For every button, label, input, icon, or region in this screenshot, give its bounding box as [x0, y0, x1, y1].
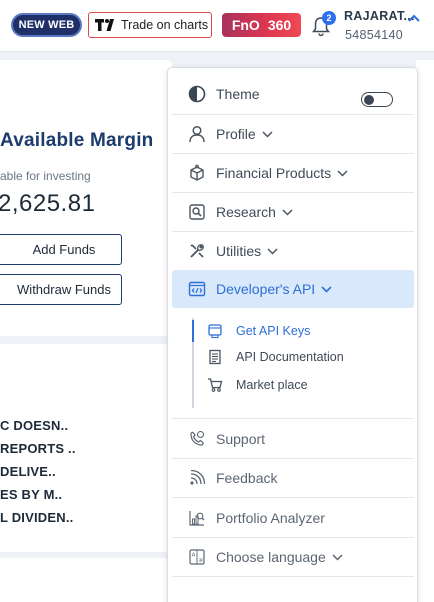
notification-badge: 2: [322, 11, 336, 25]
box-icon: [187, 163, 207, 183]
submenu-item-market-place[interactable]: Market place: [206, 372, 308, 398]
news-item[interactable]: L DIVIDEN..: [0, 510, 73, 525]
document-icon: [206, 348, 224, 366]
feedback-label: Feedback: [216, 469, 278, 486]
trade-on-charts-label: Trade on charts: [121, 18, 209, 32]
menu-item-financial-products[interactable]: Financial Products: [172, 153, 414, 192]
get-api-keys-label: Get API Keys: [236, 324, 311, 338]
menu-item-feedback[interactable]: Feedback: [172, 458, 414, 497]
cart-icon: [206, 376, 224, 394]
menu-item-profile[interactable]: Profile: [172, 114, 414, 153]
theme-label: Theme: [216, 85, 260, 102]
user-icon: [187, 124, 207, 144]
research-icon: [187, 202, 207, 222]
contrast-icon: [187, 84, 207, 104]
analyzer-icon: [187, 508, 207, 528]
support-label: Support: [216, 430, 266, 447]
user-name[interactable]: RAJARAT...: [344, 9, 415, 23]
available-margin-amount: 2,625.81: [0, 190, 96, 217]
research-label: Research: [216, 203, 276, 220]
menu-item-research[interactable]: Research: [172, 192, 414, 231]
chevron-up-icon[interactable]: [408, 10, 420, 28]
language-icon: A अ: [187, 547, 207, 567]
tools-icon: [187, 241, 207, 261]
support-icon: [187, 429, 207, 449]
tradingview-logo-icon: [95, 19, 117, 31]
svg-text:अ: अ: [199, 558, 204, 564]
chevron-down-icon: [267, 247, 278, 255]
portfolio-analyzer-label: Portfolio Analyzer: [216, 509, 325, 526]
menu-item-choose-language[interactable]: A अ Choose language: [172, 537, 414, 576]
menu-item-support[interactable]: Support: [172, 419, 414, 458]
financial-products-label: Financial Products: [216, 164, 332, 181]
developers-api-label: Developer's API: [216, 281, 316, 297]
fno-360-button[interactable]: FnO 360: [222, 13, 301, 37]
toggle-knob: [364, 94, 374, 105]
chevron-down-icon: [332, 553, 343, 561]
utilities-label: Utilities: [216, 242, 262, 259]
submenu-item-get-api-keys[interactable]: Get API Keys: [206, 318, 310, 344]
chevron-down-icon: [337, 169, 348, 177]
available-margin-subtitle: able for investing: [0, 169, 91, 183]
theme-toggle[interactable]: [361, 92, 393, 107]
feedback-icon: [187, 468, 207, 488]
news-item[interactable]: C DOESN..: [0, 418, 68, 433]
news-item[interactable]: ES BY M..: [0, 487, 62, 502]
menu-item-theme[interactable]: Theme: [172, 74, 414, 113]
submenu-active-indicator: [192, 320, 194, 342]
chevron-down-icon: [262, 130, 273, 138]
trade-on-charts-button[interactable]: Trade on charts: [88, 12, 212, 38]
right-card-edge: [416, 60, 434, 602]
fno-count: 360: [267, 17, 292, 33]
withdraw-funds-button[interactable]: Withdraw Funds: [0, 274, 122, 305]
chevron-down-icon: [282, 208, 293, 216]
add-funds-button[interactable]: Add Funds: [0, 234, 122, 265]
available-margin-title: Available Margin: [0, 130, 154, 151]
news-item[interactable]: REPORTS ..: [0, 441, 76, 456]
news-item[interactable]: DELIVE..: [0, 464, 56, 479]
chevron-down-icon: [321, 285, 332, 293]
api-documentation-label: API Documentation: [236, 350, 344, 364]
top-bar: NEW WEB Trade on charts FnO 360 2 RAJARA…: [0, 0, 434, 52]
menu-item-developers-api[interactable]: Developer's API: [172, 270, 414, 308]
divider: [172, 576, 414, 577]
api-icon: [187, 279, 207, 299]
market-place-label: Market place: [236, 378, 308, 392]
profile-label: Profile: [216, 125, 256, 142]
user-dropdown-menu: Theme Profile Financial Products Researc…: [167, 67, 418, 602]
choose-language-label: Choose language: [216, 548, 326, 565]
submenu-item-api-documentation[interactable]: API Documentation: [206, 344, 344, 370]
key-screen-icon: [206, 322, 224, 340]
menu-item-utilities[interactable]: Utilities: [172, 231, 414, 270]
fno-label: FnO: [231, 17, 260, 33]
bottom-card: [0, 558, 172, 602]
menu-item-portfolio-analyzer[interactable]: Portfolio Analyzer: [172, 498, 414, 537]
svg-text:A: A: [192, 552, 196, 558]
user-id: 54854140: [345, 28, 404, 42]
new-web-button[interactable]: NEW WEB: [11, 13, 82, 37]
